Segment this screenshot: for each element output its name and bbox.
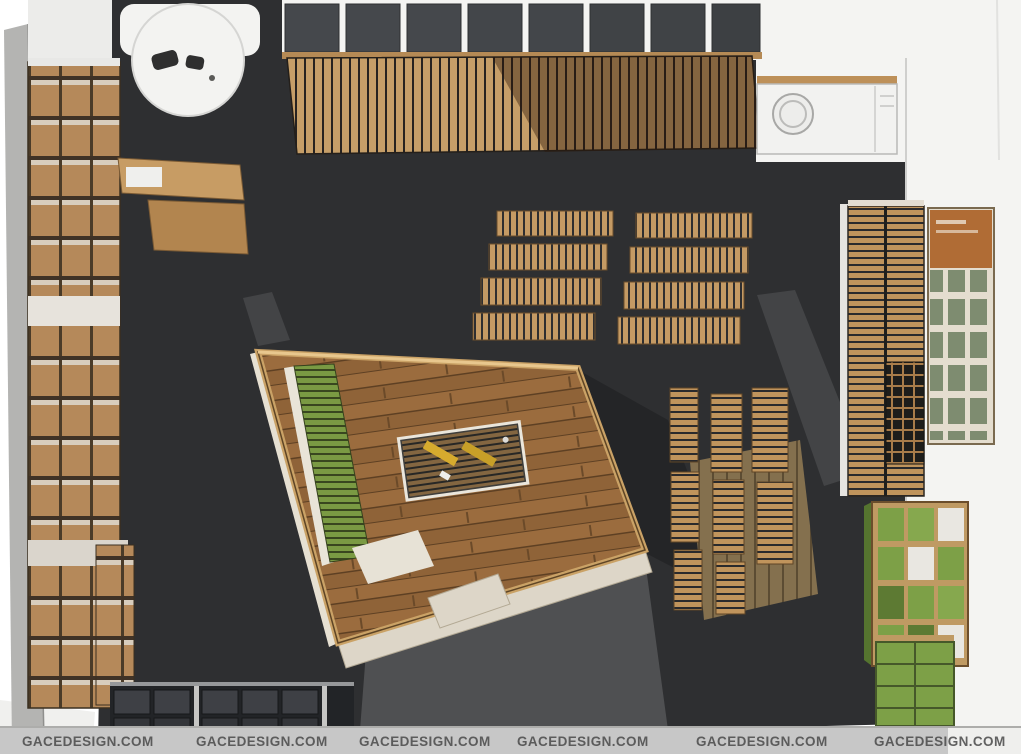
window-pane	[468, 4, 522, 52]
window-row	[282, 4, 762, 59]
slatted-bench	[713, 480, 744, 554]
shelf-side-edge	[840, 204, 848, 496]
slatted-bench	[716, 562, 745, 614]
watermark: GACEDESIGN.COM	[196, 734, 328, 749]
pallet-table	[473, 313, 595, 340]
right-slatted-shelf	[840, 200, 924, 496]
desk-paper	[126, 167, 162, 187]
bookshelf-extension	[96, 545, 134, 705]
interior-render: GACEDESIGN.COM GACEDESIGN.COM GACEDESIGN…	[0, 0, 1021, 754]
poster-text-line	[936, 230, 978, 233]
poster-text-line	[936, 220, 966, 224]
slatted-bench	[752, 388, 788, 472]
watermark: GACEDESIGN.COM	[874, 734, 1006, 749]
shelf-lattice-section	[886, 362, 924, 464]
shelf-cell	[908, 547, 934, 580]
slatted-bench	[674, 550, 702, 610]
ac-unit	[757, 76, 897, 154]
window-pane	[407, 4, 461, 52]
pallet-table	[630, 247, 748, 273]
shelf-cell	[878, 586, 904, 619]
pallet-table	[497, 211, 613, 236]
watermark: GACEDESIGN.COM	[22, 734, 154, 749]
shelf-cell	[938, 508, 964, 541]
poster-header	[930, 210, 992, 268]
window-pane	[651, 4, 705, 52]
window-pane	[285, 4, 339, 52]
slatted-bench	[670, 388, 698, 462]
shelf-cell	[908, 508, 934, 541]
slatted-bench	[757, 482, 793, 564]
slatted-bench	[711, 394, 742, 472]
green-cabinet	[876, 635, 954, 726]
watermark-bar: GACEDESIGN.COM GACEDESIGN.COM GACEDESIGN…	[0, 726, 1021, 754]
green-shelf-side	[864, 502, 872, 666]
poster-image-grid	[930, 270, 992, 440]
cabinet-box	[282, 690, 318, 714]
shelf-top-edge	[848, 200, 924, 206]
shelf-white-counter	[28, 296, 120, 326]
cabinet-box	[114, 690, 150, 714]
watermark: GACEDESIGN.COM	[696, 734, 828, 749]
shelf-cell	[938, 547, 964, 580]
cabinet-box	[154, 690, 190, 714]
cabinet-box	[202, 690, 238, 714]
shelf-cell	[878, 508, 904, 541]
spot-light	[209, 75, 215, 81]
cabinet-box	[242, 690, 278, 714]
render-viewport: GACEDESIGN.COM GACEDESIGN.COM GACEDESIGN…	[0, 0, 1021, 754]
pallet-table	[618, 317, 740, 344]
shelf-top-edge	[28, 58, 120, 66]
watermark: GACEDESIGN.COM	[359, 734, 491, 749]
slatted-ceiling-panel	[287, 56, 760, 154]
slatted-bench	[671, 472, 699, 542]
wall-poster	[928, 208, 994, 444]
desk-lower	[148, 200, 248, 254]
shelf-cell	[878, 547, 904, 580]
window-pane	[529, 4, 583, 52]
watermark: GACEDESIGN.COM	[517, 734, 649, 749]
pallet-table	[481, 278, 601, 305]
shelf-cell	[908, 586, 934, 619]
shelf-cell	[938, 586, 964, 619]
window-pane	[590, 4, 644, 52]
pallet-table	[636, 213, 752, 238]
pallet-table	[489, 244, 607, 270]
window-pane	[346, 4, 400, 52]
left-wall-bookshelf	[28, 58, 134, 708]
left-shelf-top-surface	[28, 0, 112, 64]
window-pane	[712, 4, 760, 52]
pallet-table	[624, 282, 744, 309]
bottom-bar-edge	[0, 726, 1021, 728]
